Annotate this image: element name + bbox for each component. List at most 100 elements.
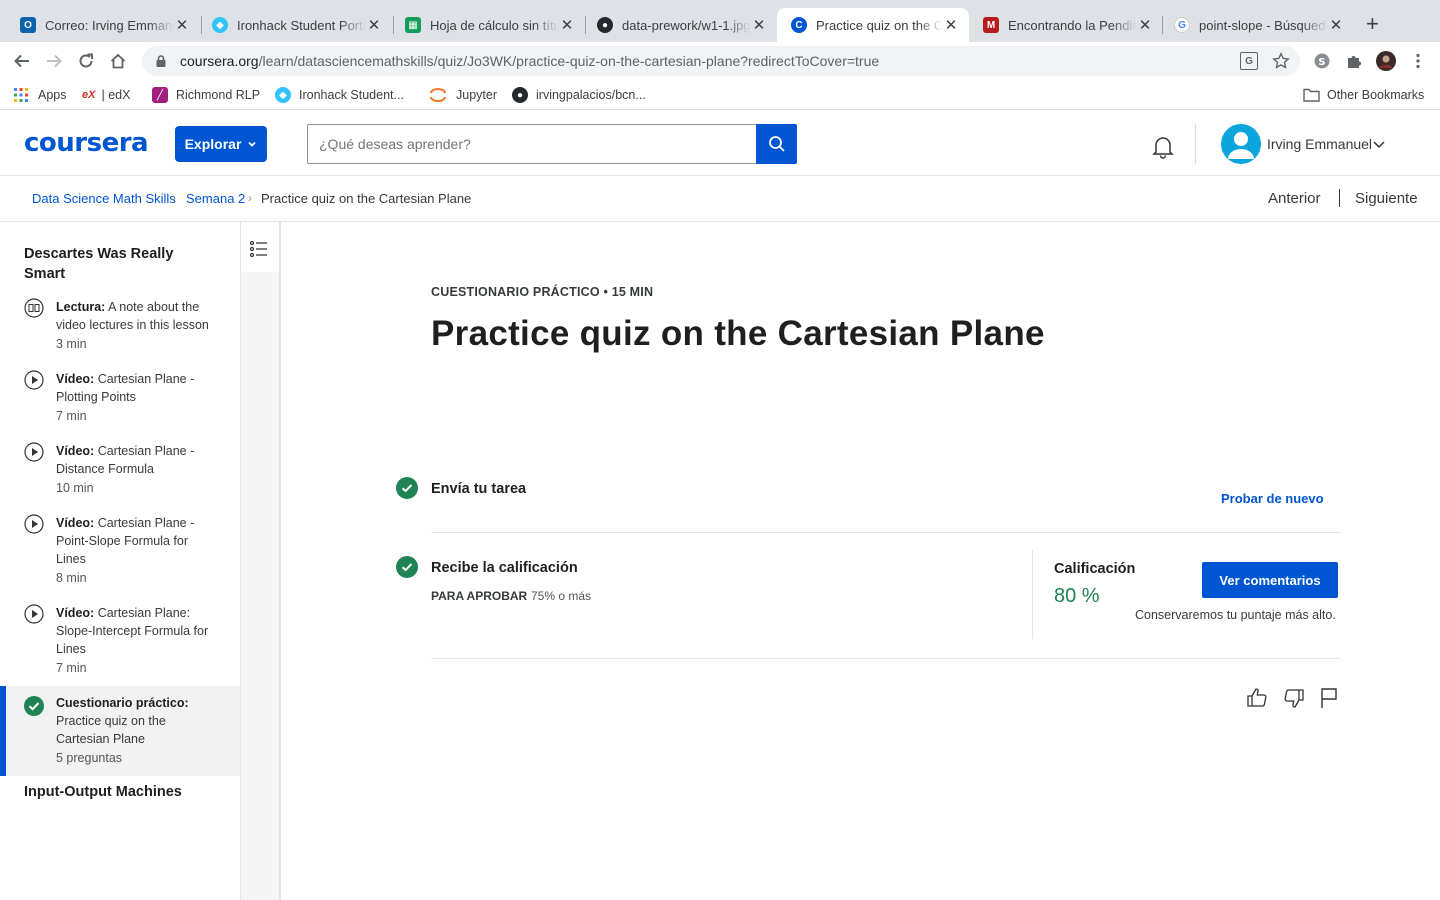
bell-icon[interactable]	[1150, 133, 1176, 159]
bookmark-apps[interactable]: Apps	[13, 85, 67, 105]
next-module-title[interactable]: Input-Output Machines	[24, 782, 214, 802]
browser-tab-sheets[interactable]: ▦ Hoja de cálculo sin título ✕	[391, 8, 585, 42]
explore-label: Explorar	[184, 136, 242, 152]
sidebar-item-video-distance[interactable]: Vídeo: Cartesian Plane - Distance Formul…	[0, 442, 240, 502]
reload-button[interactable]	[75, 50, 97, 72]
close-icon[interactable]: ✕	[943, 16, 959, 34]
bookmark-label: | edX	[101, 88, 131, 102]
item-kicker: CUESTIONARIO PRÁCTICO • 15 MIN	[431, 285, 654, 299]
close-icon[interactable]: ✕	[751, 16, 767, 34]
user-avatar-icon	[1228, 132, 1254, 159]
google-sheets-icon: ▦	[405, 17, 421, 33]
browser-tab-ironhack[interactable]: ◆ Ironhack Student Portal ✕	[198, 8, 392, 42]
item-type: Lectura:	[56, 300, 106, 314]
bookmark-richmond[interactable]: ╱ Richmond RLP	[152, 85, 260, 105]
bookmark-jupyter[interactable]: Jupyter	[429, 85, 497, 105]
chevron-down-icon	[248, 141, 257, 147]
sidebar-item-reading[interactable]: Lectura: A note about the video lectures…	[0, 298, 240, 358]
next-link[interactable]: Siguiente	[1355, 190, 1418, 207]
coursera-icon: C	[791, 17, 807, 33]
sidebar-item-video-plotting[interactable]: Vídeo: Cartesian Plane - Plotting Points…	[0, 370, 240, 430]
flag-icon[interactable]	[1317, 686, 1341, 710]
item-type: Vídeo:	[56, 516, 95, 530]
item-duration: 10 min	[56, 481, 94, 495]
close-icon[interactable]: ✕	[1137, 16, 1153, 34]
reload-icon	[79, 53, 93, 68]
previous-link[interactable]: Anterior	[1268, 190, 1321, 207]
extensions-puzzle-icon[interactable]	[1344, 51, 1364, 71]
item-type: Vídeo:	[56, 372, 95, 386]
step-complete-icon	[396, 477, 418, 499]
translate-icon[interactable]: G	[1240, 52, 1258, 70]
search-placeholder: ¿Qué deseas aprender?	[319, 136, 471, 152]
browser-tab-google[interactable]: G point-slope - Búsqueda ✕	[1160, 8, 1354, 42]
view-feedback-button[interactable]: Ver comentarios	[1202, 562, 1338, 598]
module-title[interactable]: Descartes Was Really Smart	[24, 244, 214, 284]
address-bar[interactable]: coursera.org/learn/datasciencemathskills…	[142, 46, 1300, 76]
forward-button[interactable]	[43, 50, 65, 72]
close-icon[interactable]: ✕	[366, 16, 382, 34]
other-bookmarks[interactable]: Other Bookmarks	[1303, 85, 1424, 105]
chevron-down-icon[interactable]	[1372, 138, 1386, 150]
sidebar-item-practice-quiz[interactable]: Cuestionario práctico: Practice quiz on …	[0, 686, 240, 776]
sidebar-item-video-point-slope[interactable]: Vídeo: Cartesian Plane - Point-Slope For…	[0, 514, 240, 592]
browser-toolbar: coursera.org/learn/datasciencemathskills…	[0, 42, 1440, 80]
tab-title: Encontrando la Pendiente	[1008, 17, 1137, 33]
browser-tab-coursera[interactable]: C Practice quiz on the Cartesian Plane ✕	[777, 8, 969, 42]
search-button[interactable]	[756, 124, 797, 164]
divider	[431, 658, 1341, 659]
thumbs-up-icon[interactable]	[1245, 686, 1269, 710]
close-icon[interactable]: ✕	[1328, 16, 1344, 34]
browser-tab-outlook[interactable]: O Correo: Irving Emmanuel ✕	[6, 8, 200, 42]
item-question-count: 5 preguntas	[56, 751, 123, 765]
home-button[interactable]	[107, 50, 129, 72]
header-divider	[1195, 124, 1196, 164]
bookmark-label: irvingpalacios/bcn...	[536, 88, 646, 102]
github-icon: ●	[597, 17, 613, 33]
edx-icon: eX	[82, 89, 96, 101]
divider	[431, 532, 1341, 533]
close-icon[interactable]: ✕	[559, 16, 575, 34]
step-complete-icon	[396, 556, 418, 578]
tab-title: Correo: Irving Emmanuel	[45, 17, 174, 33]
back-button[interactable]	[11, 50, 33, 72]
browser-tab-pendiente[interactable]: M Encontrando la Pendiente ✕	[969, 8, 1163, 42]
search-input[interactable]: ¿Qué deseas aprender?	[307, 124, 757, 164]
explore-button[interactable]: Explorar	[175, 126, 267, 162]
google-icon: G	[1174, 17, 1190, 33]
breadcrumb-course[interactable]: Data Science Math Skills	[32, 191, 176, 206]
thumbs-down-icon[interactable]	[1282, 686, 1306, 710]
page-title: Practice quiz on the Cartesian Plane	[431, 314, 1045, 353]
coursera-logo[interactable]: coursera	[24, 128, 149, 158]
home-icon	[110, 53, 126, 69]
arrow-left-icon	[14, 54, 29, 68]
skype-extension-icon[interactable]: S	[1312, 51, 1332, 71]
new-tab-button[interactable]: +	[1366, 13, 1379, 35]
tab-title: Ironhack Student Portal	[237, 17, 366, 33]
item-duration: 8 min	[56, 571, 87, 585]
apps-grid-icon	[14, 88, 28, 102]
breadcrumb-current: Practice quiz on the Cartesian Plane	[261, 191, 472, 206]
close-icon[interactable]: ✕	[174, 16, 190, 34]
user-name[interactable]: Irving Emmanuel	[1267, 136, 1372, 152]
profile-avatar-icon[interactable]	[1376, 51, 1396, 71]
bookmark-github[interactable]: ● irvingpalacios/bcn...	[512, 85, 646, 105]
course-sidebar: Descartes Was Really Smart Lectura: A no…	[0, 222, 241, 900]
retry-button[interactable]: Probar de nuevo	[1221, 491, 1324, 506]
avatar[interactable]	[1221, 124, 1261, 164]
github-icon: ●	[512, 87, 528, 103]
bookmark-edx[interactable]: eX | edX	[82, 85, 130, 105]
star-icon[interactable]	[1272, 52, 1290, 70]
item-type: Vídeo:	[56, 606, 95, 620]
search-icon	[768, 136, 785, 152]
browser-menu-icon[interactable]	[1408, 51, 1428, 71]
sidebar-collapse-rail	[241, 222, 281, 900]
sidebar-item-video-slope-intercept[interactable]: Vídeo: Cartesian Plane: Slope-Intercept …	[0, 604, 240, 682]
vertical-divider	[1032, 550, 1033, 639]
bookmark-ironhack[interactable]: ◆ Ironhack Student...	[275, 85, 404, 105]
item-type: Vídeo:	[56, 444, 95, 458]
bookmarks-bar: Apps eX | edX ╱ Richmond RLP ◆ Ironhack …	[0, 80, 1440, 110]
browser-tab-github[interactable]: ● data-prework/w1-1.jpg ✕	[583, 8, 777, 42]
outline-toggle[interactable]	[241, 222, 279, 272]
breadcrumb-week[interactable]: Semana 2	[186, 191, 245, 206]
